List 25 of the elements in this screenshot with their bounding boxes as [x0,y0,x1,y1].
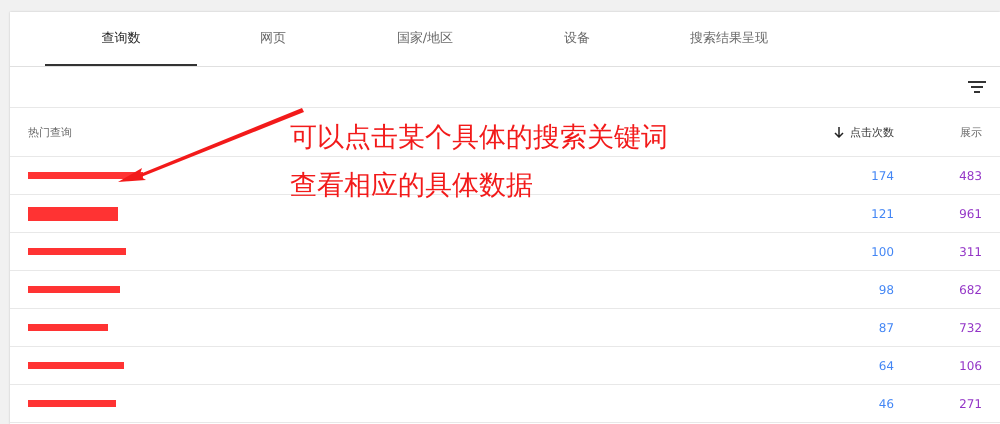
column-header[interactable]: 展示 [960,126,982,138]
impressions-value: 271 [959,396,982,410]
tab[interactable]: 搜索结果呈现 [653,12,805,66]
tab[interactable]: 国家/地区 [349,12,501,66]
filter-icon[interactable] [968,80,986,94]
impressions-value: 732 [959,320,982,334]
column-header[interactable]: 热门查询 [28,126,72,138]
impressions-value: 961 [959,206,982,220]
impressions-value: 682 [959,282,982,296]
clicks-value: 98 [878,282,894,296]
annotation-text: 可以点击某个具体的搜索关键词 [290,121,668,155]
tab[interactable]: 网页 [197,12,349,66]
annotation-text: 查看相应的具体数据 [290,169,534,203]
impressions-value: 106 [959,358,982,372]
tab[interactable]: 查询数 [45,12,197,66]
impressions-value: 311 [959,244,982,258]
column-header[interactable]: 点击次数 [850,124,894,140]
clicks-value: 87 [878,320,894,334]
impressions-value: 483 [959,168,982,182]
clicks-value: 64 [878,358,894,372]
clicks-value: 121 [871,206,894,220]
clicks-value: 46 [878,396,894,410]
clicks-value: 100 [871,244,894,258]
clicks-value: 174 [871,168,894,182]
tab[interactable]: 设备 [501,12,653,66]
